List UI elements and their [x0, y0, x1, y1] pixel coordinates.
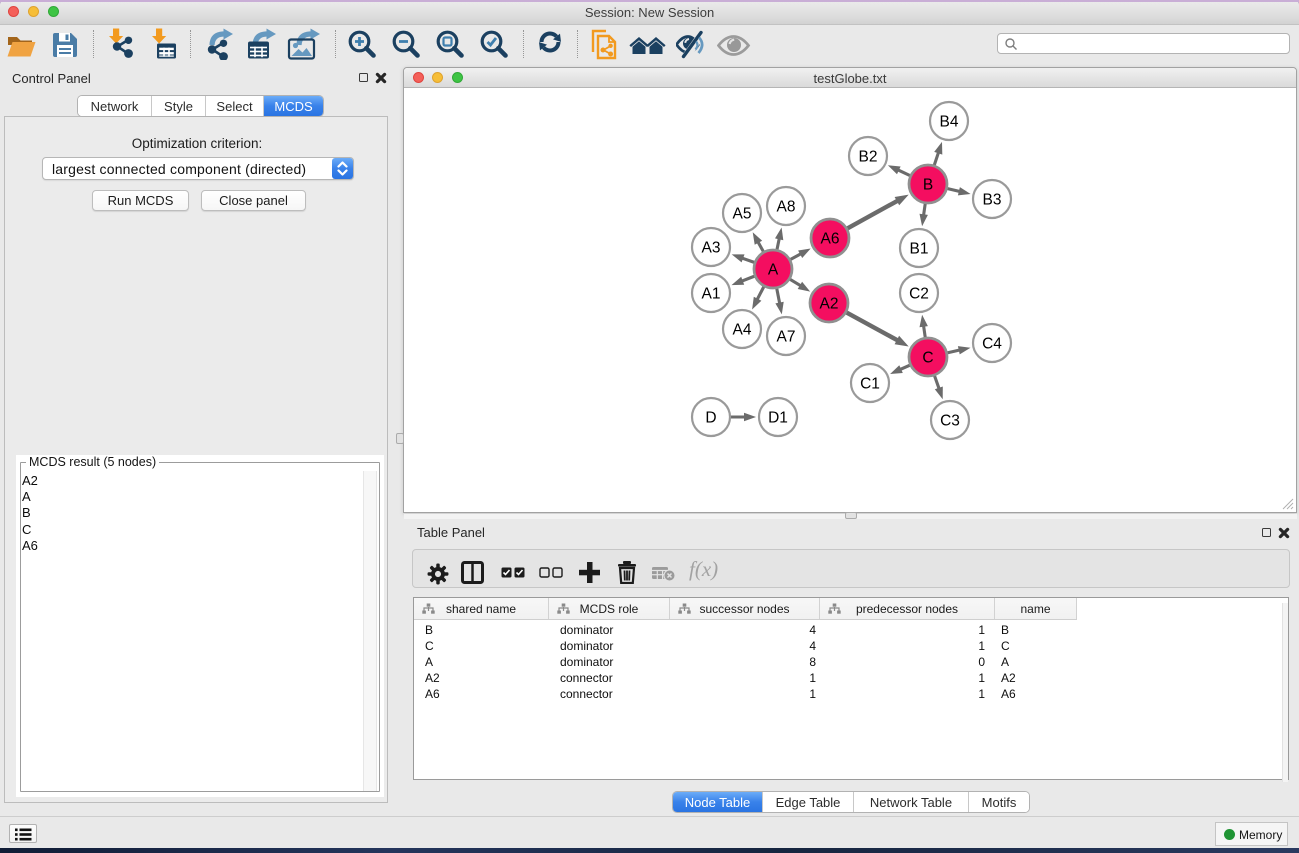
svg-text:A6: A6	[821, 231, 840, 248]
svg-text:B2: B2	[859, 149, 878, 166]
svg-text:A8: A8	[777, 199, 796, 216]
svg-text:A7: A7	[777, 329, 796, 346]
svg-text:C1: C1	[860, 376, 880, 393]
svg-text:B: B	[923, 177, 933, 194]
svg-text:D1: D1	[768, 410, 788, 427]
svg-text:C2: C2	[909, 286, 929, 303]
svg-text:D: D	[705, 410, 716, 427]
svg-text:A5: A5	[733, 206, 752, 223]
svg-text:A1: A1	[702, 286, 721, 303]
svg-text:B1: B1	[910, 241, 929, 258]
svg-text:A3: A3	[702, 240, 721, 257]
svg-text:C: C	[922, 350, 933, 367]
svg-text:A4: A4	[733, 322, 752, 339]
svg-text:C4: C4	[982, 336, 1002, 353]
svg-text:B3: B3	[983, 192, 1002, 209]
svg-text:B4: B4	[940, 114, 959, 131]
svg-text:A: A	[768, 262, 779, 279]
svg-text:A2: A2	[820, 296, 839, 313]
svg-text:C3: C3	[940, 413, 960, 430]
